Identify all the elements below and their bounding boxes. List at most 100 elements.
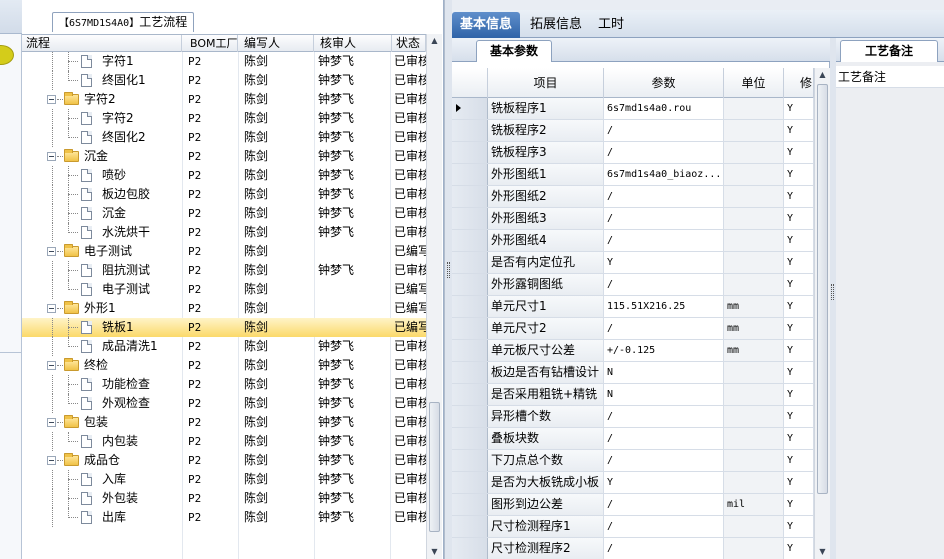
row-indicator[interactable] [452, 208, 488, 229]
tab-process-remark[interactable]: 工艺备注 [840, 40, 938, 62]
collapse-toggle-icon[interactable] [47, 95, 56, 104]
tab-basic-info[interactable]: 基本信息 [452, 12, 521, 38]
param-modify-flag[interactable]: Y [784, 142, 814, 163]
scroll-thumb[interactable] [817, 84, 828, 494]
scroll-down-arrow-icon[interactable]: ▼ [815, 545, 830, 559]
tree-row[interactable]: 字符2 P2 陈剑 钟梦飞 已审核 [22, 90, 426, 109]
param-value-cell[interactable]: / [604, 538, 724, 559]
tree-row[interactable]: 外形1 P2 陈剑 已编写 [22, 299, 426, 318]
param-modify-flag[interactable]: Y [784, 98, 814, 119]
scroll-thumb[interactable] [429, 402, 440, 532]
param-modify-flag[interactable]: Y [784, 208, 814, 229]
param-value-cell[interactable]: / [604, 494, 724, 515]
row-indicator[interactable] [452, 186, 488, 207]
tree-row[interactable]: 成品仓 P2 陈剑 钟梦飞 已审核 [22, 451, 426, 470]
tab-extended-info[interactable]: 拓展信息 [522, 12, 590, 38]
collapse-toggle-icon[interactable] [47, 247, 56, 256]
row-indicator[interactable] [452, 98, 488, 119]
param-value-cell[interactable]: / [604, 274, 724, 295]
param-row[interactable]: 板边是否有钻槽设计 N Y [452, 362, 814, 384]
collapse-toggle-icon[interactable] [47, 418, 56, 427]
param-modify-flag[interactable]: Y [784, 516, 814, 537]
param-value-cell[interactable]: 6s7md1s4a0.rou [604, 98, 724, 119]
param-modify-flag[interactable]: Y [784, 384, 814, 405]
param-value-cell[interactable]: / [604, 318, 724, 339]
tree-row[interactable]: 入库 P2 陈剑 钟梦飞 已审核 [22, 470, 426, 489]
row-indicator[interactable] [452, 120, 488, 141]
tree-row[interactable]: 电子测试 P2 陈剑 已编写 [22, 280, 426, 299]
param-modify-flag[interactable]: Y [784, 120, 814, 141]
param-modify-flag[interactable]: Y [784, 296, 814, 317]
tree-row[interactable]: 字符1 P2 陈剑 钟梦飞 已审核 [22, 52, 426, 71]
param-row[interactable]: 铣板程序3/ Y [452, 142, 814, 164]
param-modify-flag[interactable]: Y [784, 494, 814, 515]
row-indicator[interactable] [452, 274, 488, 295]
param-row[interactable]: 外形图纸2/ Y [452, 186, 814, 208]
tree-row[interactable]: 沉金 P2 陈剑 钟梦飞 已审核 [22, 147, 426, 166]
splitter-grip-icon[interactable] [447, 262, 450, 278]
param-row[interactable]: 异形槽个数 / Y [452, 406, 814, 428]
param-row[interactable]: 单元尺寸1 115.51X216.25 mm Y [452, 296, 814, 318]
tree-row-selected[interactable]: 铣板1 P2 陈剑 已编写 [22, 318, 426, 337]
param-row[interactable]: 尺寸检测程序2/ Y [452, 538, 814, 559]
param-row[interactable]: 尺寸检测程序1/ Y [452, 516, 814, 538]
param-row[interactable]: 叠板块数 / Y [452, 428, 814, 450]
row-indicator[interactable] [452, 230, 488, 251]
column-header-status[interactable]: 状态 [392, 35, 426, 52]
column-header-process[interactable]: 流程 [22, 35, 182, 52]
tree-row[interactable]: 终固化2 P2 陈剑 钟梦飞 已审核 [22, 128, 426, 147]
param-modify-flag[interactable]: Y [784, 274, 814, 295]
column-header-param[interactable]: 参数 [604, 68, 724, 98]
param-modify-flag[interactable]: Y [784, 186, 814, 207]
param-row[interactable]: 外形图纸4/ Y [452, 230, 814, 252]
param-row[interactable]: 是否有内定位孔 Y Y [452, 252, 814, 274]
scroll-down-arrow-icon[interactable]: ▼ [427, 545, 442, 559]
tree-row[interactable]: 电子测试 P2 陈剑 已编写 [22, 242, 426, 261]
tree-row[interactable]: 成品清洗1 P2 陈剑 钟梦飞 已审核 [22, 337, 426, 356]
param-modify-flag[interactable]: Y [784, 428, 814, 449]
tree-row[interactable]: 包装 P2 陈剑 钟梦飞 已审核 [22, 413, 426, 432]
param-value-cell[interactable]: / [604, 186, 724, 207]
param-row[interactable]: 外形露铜图纸 / Y [452, 274, 814, 296]
column-header-item[interactable]: 项目 [488, 68, 604, 98]
param-modify-flag[interactable]: Y [784, 318, 814, 339]
panel-splitter[interactable] [444, 0, 452, 559]
param-value-cell[interactable]: / [604, 428, 724, 449]
param-modify-flag[interactable]: Y [784, 340, 814, 361]
collapse-toggle-icon[interactable] [47, 304, 56, 313]
tree-row[interactable]: 出库 P2 陈剑 钟梦飞 已审核 [22, 508, 426, 527]
tree-row[interactable]: 喷砂 P2 陈剑 钟梦飞 已审核 [22, 166, 426, 185]
tree-row[interactable]: 终固化1 P2 陈剑 钟梦飞 已审核 [22, 71, 426, 90]
param-value-cell[interactable]: N [604, 384, 724, 405]
param-row[interactable]: 是否为大板铣成小板 Y Y [452, 472, 814, 494]
tree-row[interactable]: 外观检查 P2 陈剑 钟梦飞 已审核 [22, 394, 426, 413]
param-row[interactable]: 单元尺寸2/mm Y [452, 318, 814, 340]
param-modify-flag[interactable]: Y [784, 450, 814, 471]
param-modify-flag[interactable]: Y [784, 472, 814, 493]
row-indicator[interactable] [452, 384, 488, 405]
param-modify-flag[interactable]: Y [784, 164, 814, 185]
tree-row[interactable]: 终检 P2 陈剑 钟梦飞 已审核 [22, 356, 426, 375]
row-indicator[interactable] [452, 252, 488, 273]
param-value-cell[interactable]: / [604, 142, 724, 163]
tree-row[interactable]: 功能检查 P2 陈剑 钟梦飞 已审核 [22, 375, 426, 394]
column-header-modify[interactable]: 修 [784, 68, 814, 98]
tree-vertical-scrollbar[interactable]: ▲ ▼ [426, 34, 442, 559]
column-header-bom[interactable]: BOM工厂 [186, 35, 238, 52]
param-row[interactable]: 铣板程序1 6s7md1s4a0.rou Y [452, 98, 814, 120]
param-modify-flag[interactable]: Y [784, 406, 814, 427]
param-row[interactable]: 图形到边公差 / mil Y [452, 494, 814, 516]
collapse-toggle-icon[interactable] [47, 361, 56, 370]
tree-row[interactable]: 外包装 P2 陈剑 钟梦飞 已审核 [22, 489, 426, 508]
param-modify-flag[interactable]: Y [784, 362, 814, 383]
row-indicator[interactable] [452, 340, 488, 361]
column-header-unit[interactable]: 单位 [724, 68, 784, 98]
row-indicator[interactable] [452, 450, 488, 471]
row-indicator[interactable] [452, 142, 488, 163]
param-modify-flag[interactable]: Y [784, 252, 814, 273]
param-row[interactable]: 铣板程序2/ Y [452, 120, 814, 142]
row-indicator[interactable] [452, 516, 488, 537]
splitter-grip-icon[interactable] [831, 284, 834, 300]
row-indicator[interactable] [452, 472, 488, 493]
param-value-cell[interactable]: / [604, 406, 724, 427]
